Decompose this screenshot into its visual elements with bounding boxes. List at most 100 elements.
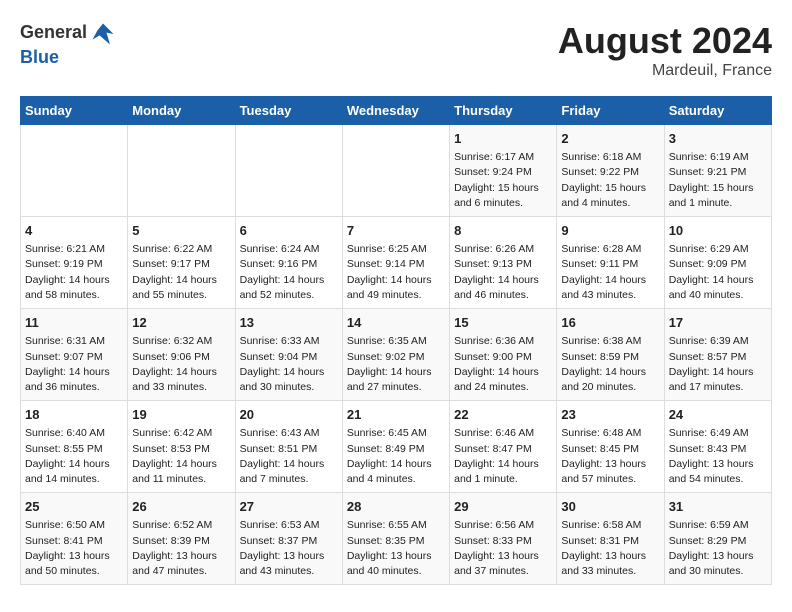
calendar-cell: 26 Sunrise: 6:52 AMSunset: 8:39 PMDayligh… [128,493,235,585]
day-number: 26 [132,498,230,516]
cell-content: Sunrise: 6:24 AMSunset: 9:16 PMDaylight:… [240,242,338,303]
cell-content: Sunrise: 6:49 AMSunset: 8:43 PMDaylight:… [669,426,767,487]
cell-content: Sunrise: 6:31 AMSunset: 9:07 PMDaylight:… [25,334,123,395]
header-monday: Monday [128,97,235,125]
header-wednesday: Wednesday [342,97,449,125]
day-number: 5 [132,222,230,240]
header-sunday: Sunday [21,97,128,125]
day-number: 29 [454,498,552,516]
calendar-cell: 12 Sunrise: 6:32 AMSunset: 9:06 PMDayligh… [128,309,235,401]
calendar-cell: 24 Sunrise: 6:49 AMSunset: 8:43 PMDayligh… [664,401,771,493]
day-number: 17 [669,314,767,332]
header-friday: Friday [557,97,664,125]
calendar-cell [235,125,342,217]
day-number: 10 [669,222,767,240]
title-block: August 2024 Mardeuil, France [558,20,772,80]
calendar-cell: 9 Sunrise: 6:28 AMSunset: 9:11 PMDaylight… [557,217,664,309]
logo-general-text: General [20,20,117,48]
day-number: 3 [669,130,767,148]
cell-content: Sunrise: 6:21 AMSunset: 9:19 PMDaylight:… [25,242,123,303]
cell-content: Sunrise: 6:56 AMSunset: 8:33 PMDaylight:… [454,518,552,579]
cell-content: Sunrise: 6:35 AMSunset: 9:02 PMDaylight:… [347,334,445,395]
cell-content: Sunrise: 6:55 AMSunset: 8:35 PMDaylight:… [347,518,445,579]
logo: General Blue [20,20,117,68]
calendar-cell [128,125,235,217]
calendar-cell: 25 Sunrise: 6:50 AMSunset: 8:41 PMDayligh… [21,493,128,585]
day-number: 1 [454,130,552,148]
cell-content: Sunrise: 6:36 AMSunset: 9:00 PMDaylight:… [454,334,552,395]
calendar-cell: 13 Sunrise: 6:33 AMSunset: 9:04 PMDayligh… [235,309,342,401]
calendar-cell: 31Sunrise: 6:59 AMSunset: 8:29 PMDayligh… [664,493,771,585]
day-number: 13 [240,314,338,332]
calendar-cell: 6 Sunrise: 6:24 AMSunset: 9:16 PMDaylight… [235,217,342,309]
day-number: 7 [347,222,445,240]
day-number: 30 [561,498,659,516]
cell-content: Sunrise: 6:46 AMSunset: 8:47 PMDaylight:… [454,426,552,487]
cell-content: Sunrise: 6:40 AMSunset: 8:55 PMDaylight:… [25,426,123,487]
day-number: 11 [25,314,123,332]
calendar-cell [342,125,449,217]
calendar-cell: 17 Sunrise: 6:39 AMSunset: 8:57 PMDayligh… [664,309,771,401]
cell-content: Sunrise: 6:59 AMSunset: 8:29 PMDaylight:… [669,518,767,579]
day-number: 21 [347,406,445,424]
cell-content: Sunrise: 6:33 AMSunset: 9:04 PMDaylight:… [240,334,338,395]
day-number: 14 [347,314,445,332]
day-number: 25 [25,498,123,516]
day-number: 23 [561,406,659,424]
calendar-cell: 27Sunrise: 6:53 AMSunset: 8:37 PMDayligh… [235,493,342,585]
calendar-cell: 28 Sunrise: 6:55 AMSunset: 8:35 PMDayligh… [342,493,449,585]
calendar-cell: 20 Sunrise: 6:43 AMSunset: 8:51 PMDayligh… [235,401,342,493]
day-number: 24 [669,406,767,424]
calendar-cell: 1 Sunrise: 6:17 AMSunset: 9:24 PMDaylight… [450,125,557,217]
calendar-cell: 11 Sunrise: 6:31 AMSunset: 9:07 PMDayligh… [21,309,128,401]
cell-content: Sunrise: 6:29 AMSunset: 9:09 PMDaylight:… [669,242,767,303]
calendar-cell: 16Sunrise: 6:38 AMSunset: 8:59 PMDayligh… [557,309,664,401]
cell-content: Sunrise: 6:39 AMSunset: 8:57 PMDaylight:… [669,334,767,395]
cell-content: Sunrise: 6:48 AMSunset: 8:45 PMDaylight:… [561,426,659,487]
cell-content: Sunrise: 6:43 AMSunset: 8:51 PMDaylight:… [240,426,338,487]
day-number: 9 [561,222,659,240]
week-row-1: 1 Sunrise: 6:17 AMSunset: 9:24 PMDaylight… [21,125,772,217]
calendar-cell: 5 Sunrise: 6:22 AMSunset: 9:17 PMDaylight… [128,217,235,309]
day-number: 16 [561,314,659,332]
calendar-cell: 7 Sunrise: 6:25 AMSunset: 9:14 PMDaylight… [342,217,449,309]
day-number: 6 [240,222,338,240]
cell-content: Sunrise: 6:52 AMSunset: 8:39 PMDaylight:… [132,518,230,579]
page-header: General Blue August 2024 Mardeuil, Franc… [20,20,772,80]
cell-content: Sunrise: 6:17 AMSunset: 9:24 PMDaylight:… [454,150,552,211]
day-number: 15 [454,314,552,332]
day-number: 20 [240,406,338,424]
cell-content: Sunrise: 6:26 AMSunset: 9:13 PMDaylight:… [454,242,552,303]
cell-content: Sunrise: 6:42 AMSunset: 8:53 PMDaylight:… [132,426,230,487]
cell-content: Sunrise: 6:50 AMSunset: 8:41 PMDaylight:… [25,518,123,579]
calendar-cell: 8Sunrise: 6:26 AMSunset: 9:13 PMDaylight… [450,217,557,309]
month-year: August 2024 [558,20,772,62]
cell-content: Sunrise: 6:32 AMSunset: 9:06 PMDaylight:… [132,334,230,395]
day-number: 4 [25,222,123,240]
day-number: 22 [454,406,552,424]
header-thursday: Thursday [450,97,557,125]
calendar-cell: 30 Sunrise: 6:58 AMSunset: 8:31 PMDayligh… [557,493,664,585]
calendar-cell: 18Sunrise: 6:40 AMSunset: 8:55 PMDayligh… [21,401,128,493]
calendar-cell: 15 Sunrise: 6:36 AMSunset: 9:00 PMDayligh… [450,309,557,401]
calendar-cell: 22 Sunrise: 6:46 AMSunset: 8:47 PMDayligh… [450,401,557,493]
calendar-cell: 29 Sunrise: 6:56 AMSunset: 8:33 PMDayligh… [450,493,557,585]
calendar-cell: 2Sunrise: 6:18 AMSunset: 9:22 PMDaylight… [557,125,664,217]
calendar-cell [21,125,128,217]
day-number: 12 [132,314,230,332]
week-row-2: 4 Sunrise: 6:21 AMSunset: 9:19 PMDaylight… [21,217,772,309]
day-number: 28 [347,498,445,516]
day-number: 19 [132,406,230,424]
calendar-cell: 19 Sunrise: 6:42 AMSunset: 8:53 PMDayligh… [128,401,235,493]
calendar-cell: 14 Sunrise: 6:35 AMSunset: 9:02 PMDayligh… [342,309,449,401]
day-number: 2 [561,130,659,148]
cell-content: Sunrise: 6:22 AMSunset: 9:17 PMDaylight:… [132,242,230,303]
header-tuesday: Tuesday [235,97,342,125]
logo-blue-text: Blue [20,48,117,68]
cell-content: Sunrise: 6:25 AMSunset: 9:14 PMDaylight:… [347,242,445,303]
cell-content: Sunrise: 6:28 AMSunset: 9:11 PMDaylight:… [561,242,659,303]
week-row-4: 18Sunrise: 6:40 AMSunset: 8:55 PMDayligh… [21,401,772,493]
calendar-table: Sunday Monday Tuesday Wednesday Thursday… [20,96,772,585]
cell-content: Sunrise: 6:58 AMSunset: 8:31 PMDaylight:… [561,518,659,579]
day-number: 27 [240,498,338,516]
